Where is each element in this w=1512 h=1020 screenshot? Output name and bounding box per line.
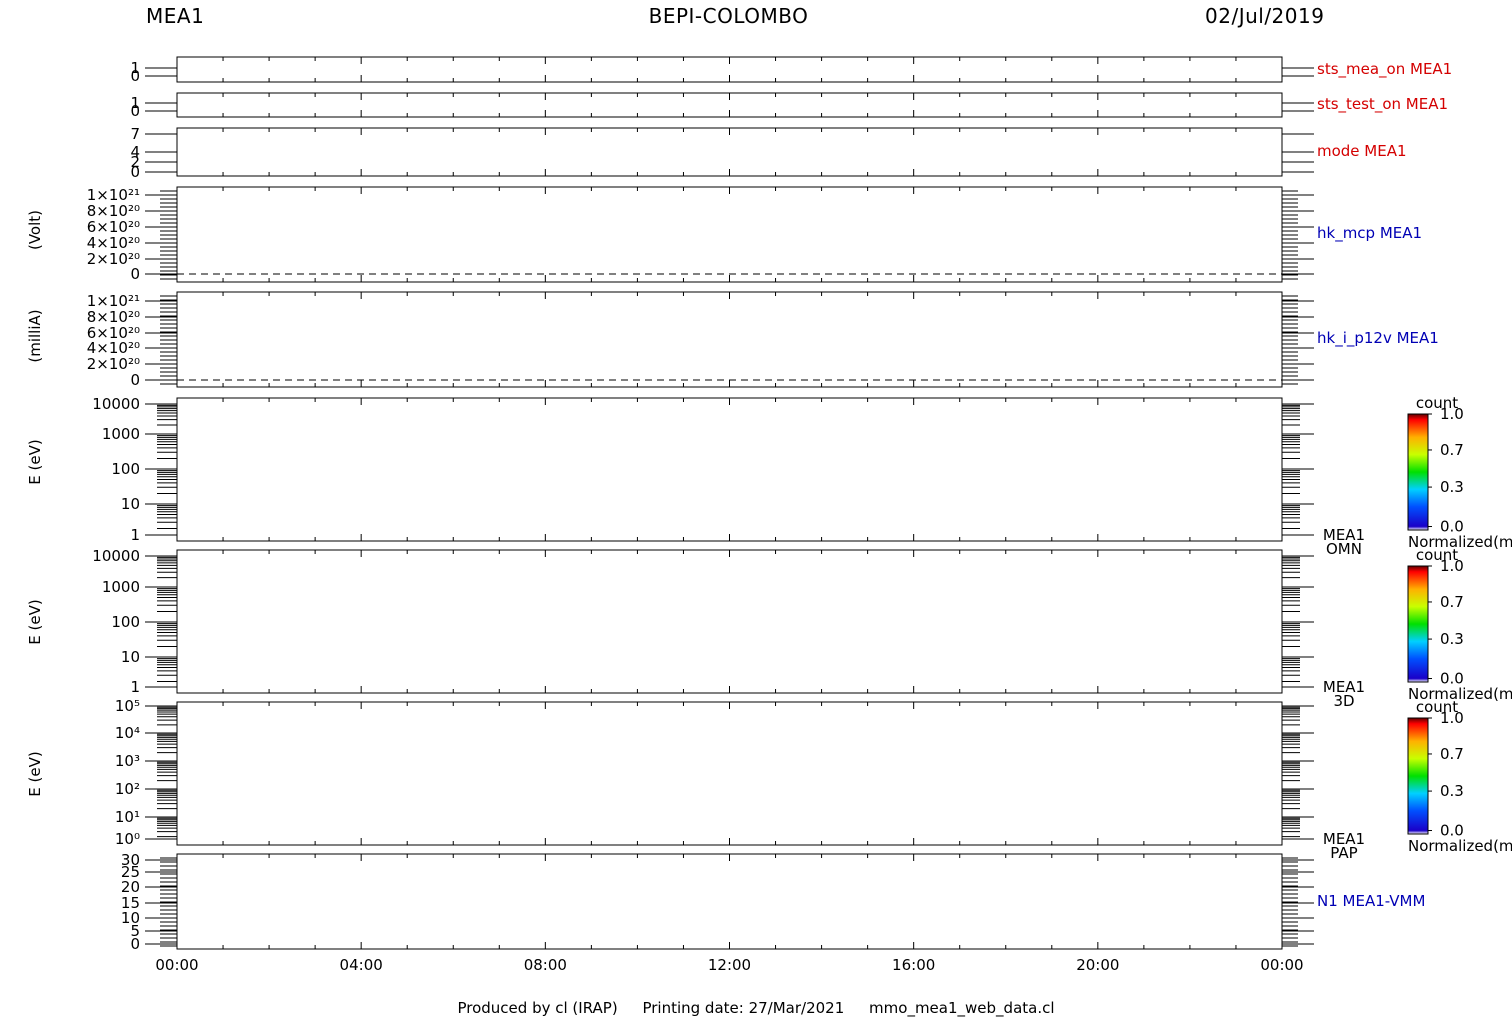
- y-tick-label: 10⁵: [115, 697, 140, 715]
- y-tick-label: 0: [130, 265, 140, 283]
- panel-frame: [176, 853, 1283, 950]
- colorbar-gradient: [1407, 413, 1429, 531]
- y-tick-label: 10³: [115, 752, 140, 770]
- y-tick-label: 100: [111, 460, 140, 478]
- panel-3: 7420mode MEA1: [130, 125, 1406, 181]
- panel-label: N1 MEA1-VMM: [1317, 892, 1425, 910]
- colorbar-3: count1.00.70.30.0Normalized(m: [1407, 698, 1512, 855]
- y-tick-label: 0: [130, 67, 140, 85]
- y-tick-label: 10⁴: [115, 724, 140, 742]
- panel-sublabel: OMN: [1326, 540, 1362, 558]
- panel-8: 10⁵10⁴10³10²10¹10⁰E (eV)MEA1PAP: [26, 697, 1365, 862]
- y-tick-label: 1000: [102, 578, 140, 596]
- x-tick-label: 08:00: [524, 956, 567, 974]
- colorbar-tick-label: 1.0: [1440, 709, 1464, 727]
- colorbar-gradient: [1407, 717, 1429, 835]
- x-tick-label: 04:00: [340, 956, 383, 974]
- y-tick-label: 10: [121, 495, 140, 513]
- panel-1: 10 sts_mea_on MEA1: [130, 56, 1452, 85]
- chart-canvas: 10 sts_mea_on MEA110 sts_test_on MEA17420m…: [26, 56, 1512, 974]
- panel-4: 1×10²¹8×10²⁰6×10²⁰4×10²⁰2×10²⁰0(Volt) hk_…: [26, 186, 1422, 283]
- x-tick-label: 16:00: [892, 956, 935, 974]
- y-tick-label: 10: [121, 648, 140, 666]
- colorbar-tick-label: 0.3: [1440, 630, 1464, 648]
- colorbar-tick-label: 1.0: [1440, 557, 1464, 575]
- panel-sublabel: 3D: [1333, 692, 1354, 710]
- panel-label: sts_test_on MEA1: [1317, 95, 1448, 114]
- colorbar-tick-label: 1.0: [1440, 405, 1464, 423]
- colorbar-2: count1.00.70.30.0Normalized(m: [1407, 546, 1512, 703]
- colorbar-tick-label: 0.3: [1440, 478, 1464, 496]
- colorbar-tick-label: 0.3: [1440, 782, 1464, 800]
- y-axis-label: E (eV): [26, 599, 44, 644]
- y-tick-label: 1: [130, 678, 140, 696]
- panel-sublabel: PAP: [1330, 844, 1357, 862]
- y-tick-label: 100: [111, 613, 140, 631]
- y-tick-label: 0: [130, 102, 140, 120]
- y-tick-label: 10⁰: [115, 830, 140, 848]
- panel-label: hk_i_p12v MEA1: [1317, 329, 1439, 348]
- panel-frame: [176, 127, 1283, 177]
- panel-frame: [176, 549, 1283, 694]
- x-tick-label: 20:00: [1076, 956, 1119, 974]
- panel-6: 100001000100101E (eV)MEA1OMN: [26, 395, 1365, 558]
- colorbar-tick-label: 0.7: [1440, 745, 1464, 763]
- y-tick-label: 10²: [115, 780, 140, 798]
- panel-label: hk_mcp MEA1: [1317, 224, 1422, 243]
- x-tick-label: 00:00: [155, 956, 198, 974]
- panel-2: 10 sts_test_on MEA1: [130, 92, 1448, 120]
- y-tick-label: 10000: [92, 547, 140, 565]
- y-tick-label: 1000: [102, 425, 140, 443]
- y-tick-label: 0: [130, 371, 140, 389]
- y-axis-label: E (eV): [26, 751, 44, 796]
- colorbar-gradient: [1407, 565, 1429, 683]
- y-tick-label: 0: [130, 935, 140, 953]
- footer-produced-by: Produced by cl (IRAP): [457, 999, 618, 1017]
- x-tick-label: 12:00: [708, 956, 751, 974]
- y-tick-label: 10000: [92, 395, 140, 413]
- y-axis-label: (milliA): [26, 309, 44, 362]
- panel-7: 100001000100101E (eV)MEA13D: [26, 547, 1365, 710]
- panel-frame: [176, 397, 1283, 542]
- colorbar-tick-label: 0.7: [1440, 441, 1464, 459]
- panel-frame: [176, 186, 1283, 283]
- y-axis-label: E (eV): [26, 439, 44, 484]
- panel-frame: [176, 291, 1283, 388]
- y-tick-label: 0: [130, 163, 140, 181]
- y-tick-label: 10¹: [115, 808, 140, 826]
- y-tick-label: 7: [130, 125, 140, 143]
- colorbar-tick-label: 0.7: [1440, 593, 1464, 611]
- footer-file: mmo_mea1_web_data.cl: [869, 999, 1055, 1017]
- y-tick-label: 1: [130, 526, 140, 544]
- y-axis-label: (Volt): [26, 210, 44, 250]
- footer-printing-date: Printing date: 27/Mar/2021: [642, 999, 845, 1017]
- panel-5: 1×10²¹8×10²⁰6×10²⁰4×10²⁰2×10²⁰0(milliA) h…: [26, 291, 1439, 389]
- panel-label: mode MEA1: [1317, 142, 1407, 160]
- colorbar-caption: Normalized(m: [1408, 837, 1512, 855]
- x-tick-label: 00:00: [1260, 956, 1303, 974]
- footer: Produced by cl (IRAP) Printing date: 27/…: [0, 999, 1512, 1017]
- panel-frame: [176, 701, 1283, 846]
- panel-9: 302520151050N1 MEA1-VMM: [121, 851, 1426, 953]
- panel-label: sts_mea_on MEA1: [1317, 60, 1452, 79]
- colorbar-1: count1.00.70.30.0Normalized(m: [1407, 394, 1512, 551]
